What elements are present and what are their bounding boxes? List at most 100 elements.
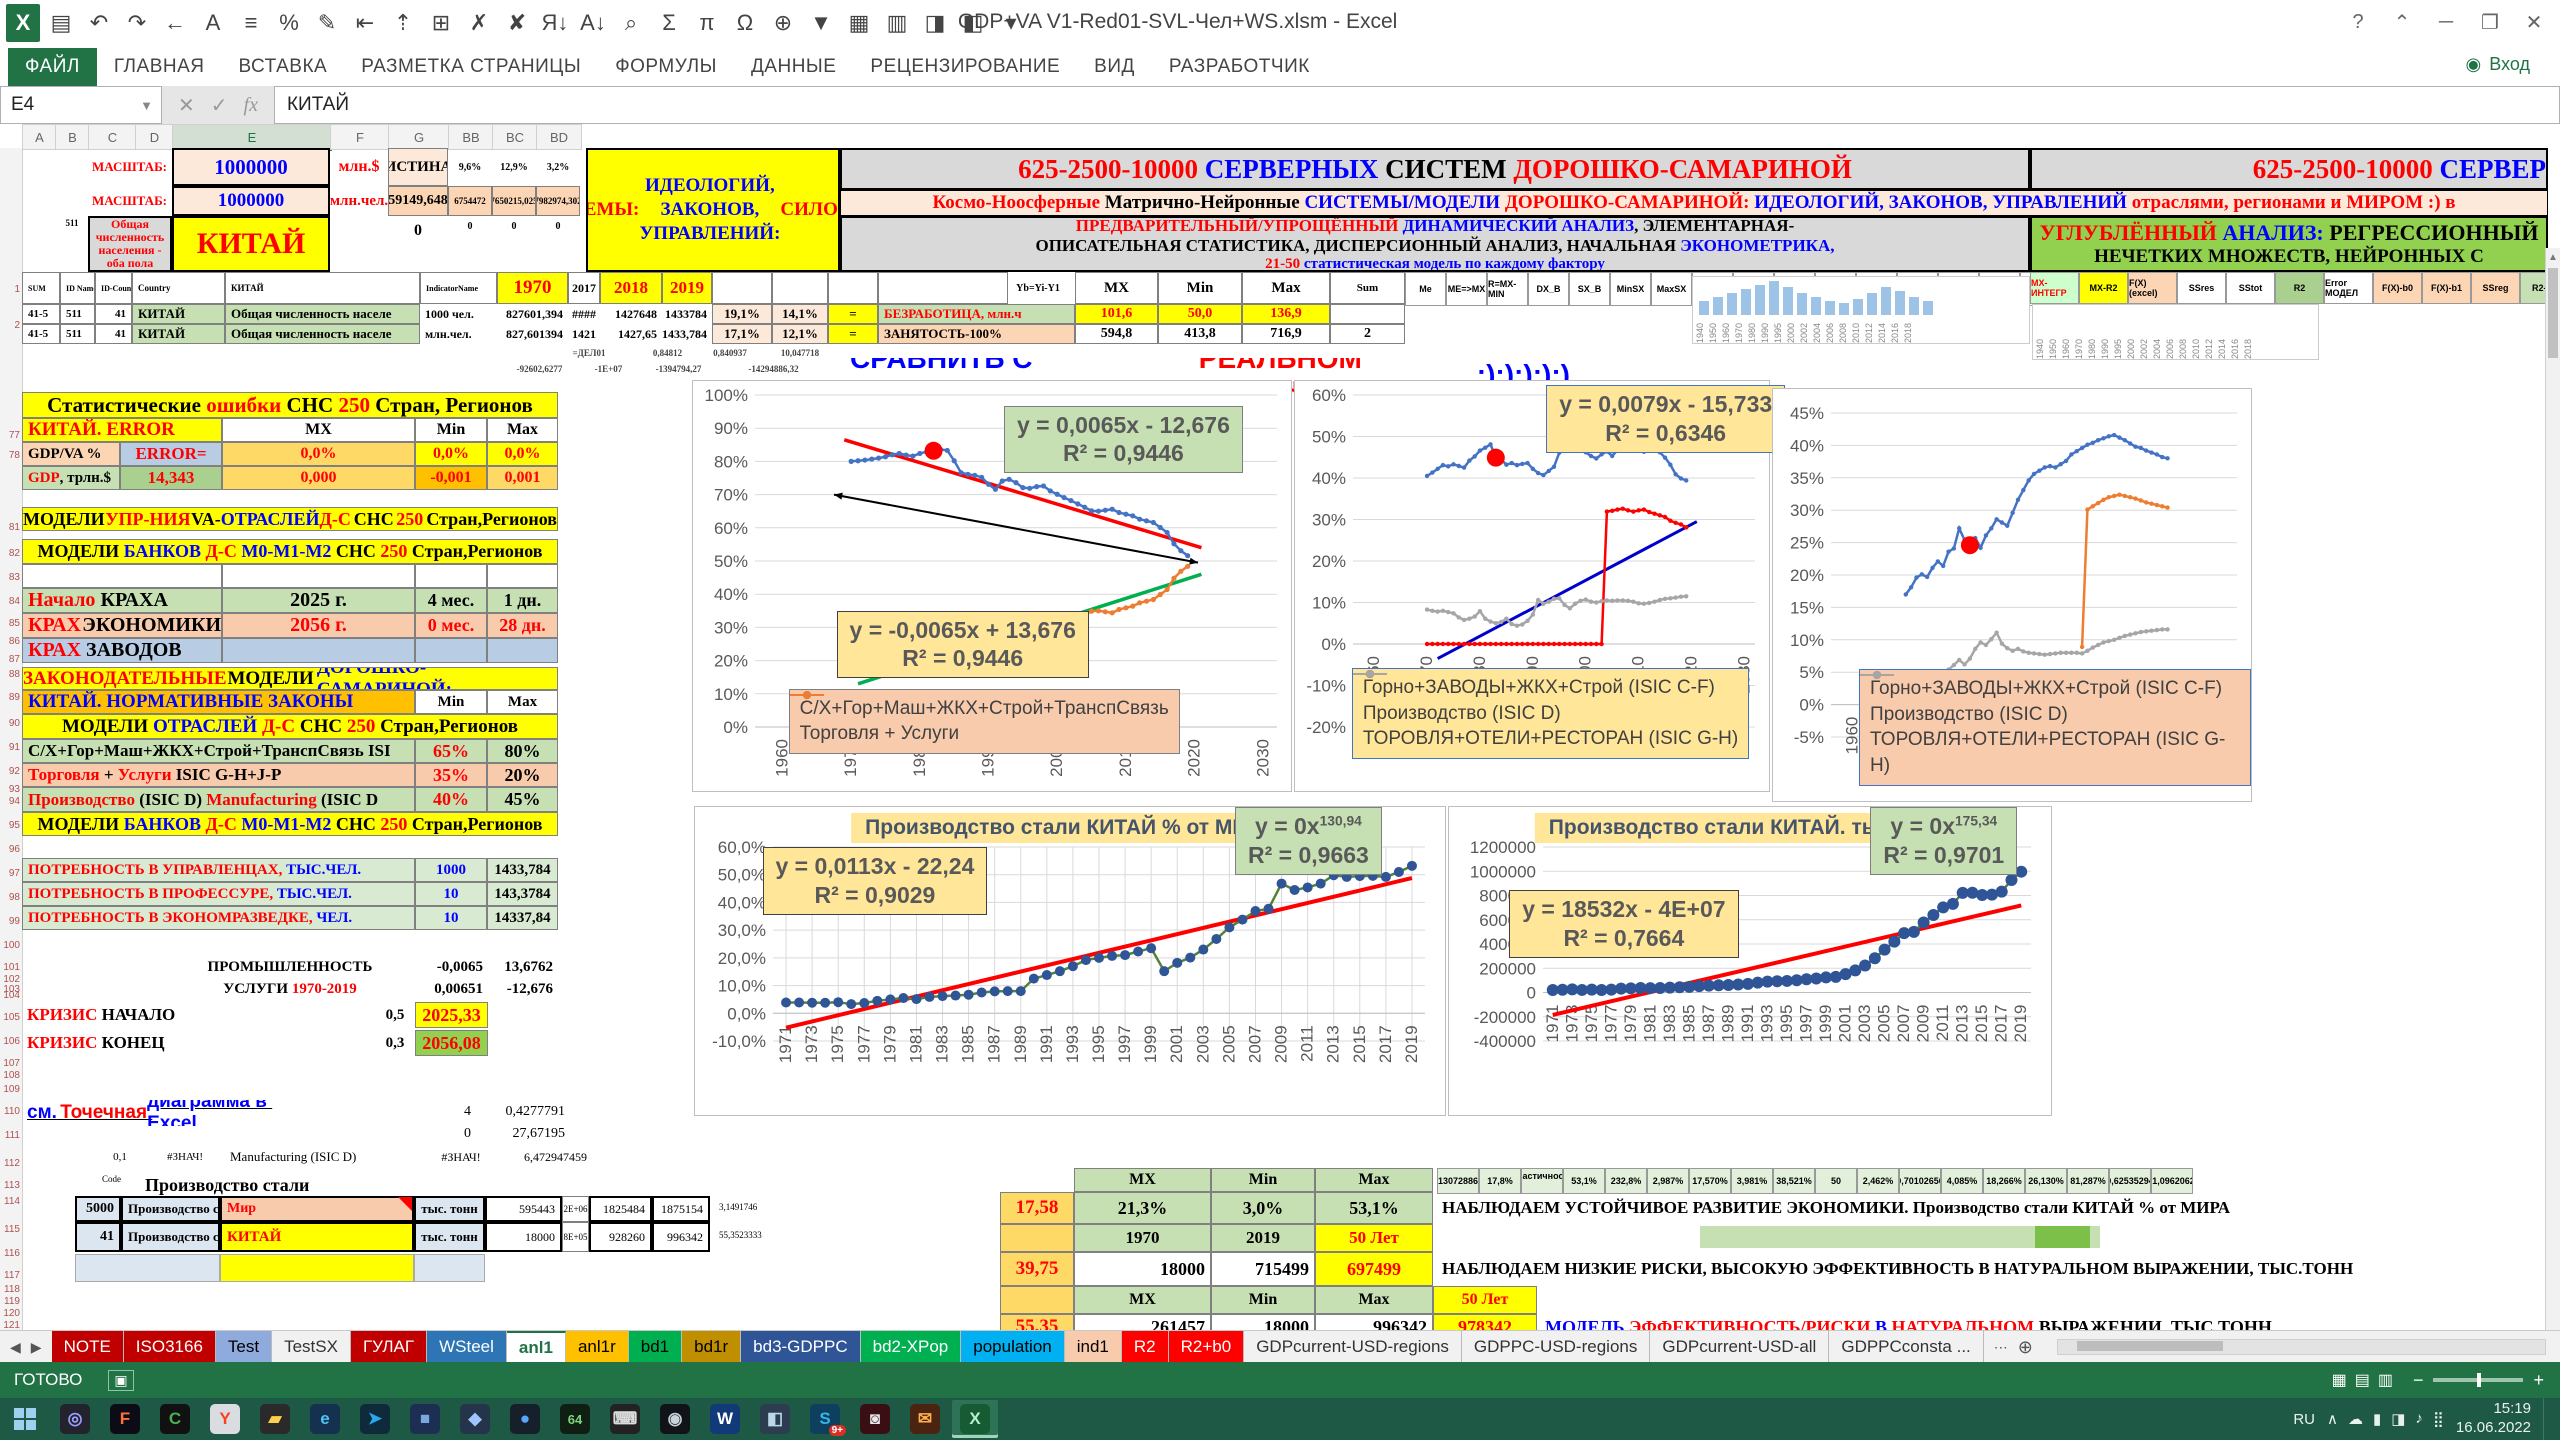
mail-icon[interactable]: ✉: [902, 1400, 948, 1438]
tab-scroll-right-icon[interactable]: ▶: [31, 1339, 42, 1356]
row-header-87[interactable]: 87: [0, 654, 20, 665]
pi-icon[interactable]: π: [690, 4, 724, 42]
formula-input[interactable]: КИТАЙ: [274, 86, 2560, 124]
word-icon[interactable]: W: [702, 1400, 748, 1438]
row-header-1[interactable]: 1: [0, 284, 20, 295]
row-header-85[interactable]: 85: [0, 618, 20, 629]
enter-icon[interactable]: ✓: [211, 93, 228, 118]
column-header-G[interactable]: G: [388, 124, 450, 150]
row-header-90[interactable]: 90: [0, 718, 20, 729]
row-header-111[interactable]: 111: [0, 1130, 20, 1141]
row-header-83[interactable]: 83: [0, 572, 20, 583]
explorer-icon[interactable]: ▰: [252, 1400, 298, 1438]
help-icon[interactable]: ?: [2336, 0, 2380, 44]
th-country[interactable]: Country: [132, 272, 225, 304]
row-header-114[interactable]: 114: [0, 1196, 20, 1207]
sheet-tab-ГУЛАГ[interactable]: ГУЛАГ: [351, 1331, 427, 1363]
row-header-82[interactable]: 82: [0, 548, 20, 559]
th-sum[interactable]: SUM: [22, 272, 60, 304]
sheet-tab-population[interactable]: population: [961, 1331, 1064, 1363]
tab-scroll-left-icon[interactable]: ◀: [10, 1339, 21, 1356]
display-icon[interactable]: ◨: [2391, 1410, 2405, 1428]
sort-za-icon[interactable]: А↓: [576, 4, 610, 42]
row-header-93[interactable]: 93: [0, 784, 20, 795]
yandex-browser-icon[interactable]: Y: [202, 1400, 248, 1438]
ninja-icon[interactable]: ◉: [652, 1400, 698, 1438]
column-header-BB[interactable]: BB: [448, 124, 494, 150]
chart-icon[interactable]: ▥: [880, 4, 914, 42]
row-header-92[interactable]: 92: [0, 766, 20, 777]
excel-icon[interactable]: X: [952, 1400, 998, 1438]
clock[interactable]: 15:19 16.06.2022: [2456, 1400, 2531, 1438]
excel-logo-icon[interactable]: X: [6, 4, 40, 42]
column-header-A[interactable]: A: [22, 124, 57, 150]
macro-record-icon[interactable]: ▣: [108, 1370, 133, 1391]
row-header-86[interactable]: 86: [0, 636, 20, 647]
horizontal-scrollbar[interactable]: [2057, 1331, 2560, 1363]
more-sheets-icon[interactable]: ⋯: [1994, 1339, 2008, 1356]
insert-cells-icon[interactable]: ⊞: [424, 4, 458, 42]
skype-icon[interactable]: S9+: [802, 1400, 848, 1438]
th-mx[interactable]: MX: [1075, 272, 1158, 304]
th-idcountry[interactable]: ID-Country: [95, 272, 132, 304]
row-header-119[interactable]: 119: [0, 1296, 20, 1307]
country-cell[interactable]: КИТАЙ: [172, 216, 330, 272]
ie-icon[interactable]: e: [302, 1400, 348, 1438]
column-header-BC[interactable]: BC: [492, 124, 538, 150]
normal-view-icon[interactable]: ▦: [2332, 1370, 2347, 1390]
row-header-109[interactable]: 109: [0, 1084, 20, 1095]
th-china[interactable]: КИТАЙ: [225, 272, 420, 304]
row-header-113[interactable]: 113: [0, 1180, 20, 1191]
ribbon-tab-файл[interactable]: ФАЙЛ: [8, 48, 97, 86]
scroll-up-icon[interactable]: ▲: [2546, 248, 2560, 266]
find-icon[interactable]: ⌕: [614, 4, 648, 42]
zoom-slider[interactable]: [2433, 1378, 2523, 1382]
row-header-81[interactable]: 81: [0, 522, 20, 533]
row-header-104[interactable]: 104: [0, 990, 20, 1001]
sheet-tab-R2[interactable]: R2: [1122, 1331, 1169, 1363]
row-header-88[interactable]: 88: [0, 669, 20, 680]
restore-icon[interactable]: ❐: [2468, 0, 2512, 44]
ribbon-tab-формулы[interactable]: ФОРМУЛЫ: [598, 48, 734, 86]
start-button[interactable]: [2, 1400, 48, 1438]
vertical-scrollbar[interactable]: ▲: [2545, 248, 2560, 1440]
shift-up-icon[interactable]: ⇡: [386, 4, 420, 42]
ribbon-display-icon[interactable]: ⌃: [2380, 0, 2424, 44]
column-header-D[interactable]: D: [135, 124, 174, 150]
add-sheet-icon[interactable]: ⊕: [2018, 1337, 2033, 1358]
app-dark-icon[interactable]: ◎: [52, 1400, 98, 1438]
row-header-95[interactable]: 95: [0, 820, 20, 831]
close-icon[interactable]: ✕: [2512, 0, 2556, 44]
firefox-icon[interactable]: F: [102, 1400, 148, 1438]
th-indicator[interactable]: IndicatorName: [420, 272, 497, 304]
sort-az-icon[interactable]: Я↓: [538, 4, 572, 42]
calc-icon[interactable]: ◨: [918, 4, 952, 42]
scroll-thumb[interactable]: [2548, 268, 2558, 358]
sheet-tab-ind1[interactable]: ind1: [1065, 1331, 1122, 1363]
scale-value-2[interactable]: 1000000: [172, 186, 330, 216]
row-header-97[interactable]: 97: [0, 868, 20, 879]
column-header-E[interactable]: E: [172, 124, 332, 151]
ribbon-tab-рецензирование[interactable]: РЕЦЕНЗИРОВАНИЕ: [853, 48, 1077, 86]
name-box[interactable]: E4▼: [0, 86, 162, 124]
th-2018[interactable]: 2018: [600, 272, 662, 304]
chrome-icon[interactable]: C: [152, 1400, 198, 1438]
sheet-tab-bd1r[interactable]: bd1r: [682, 1331, 741, 1363]
omega-icon[interactable]: Ω: [728, 4, 762, 42]
tray-expand-icon[interactable]: ∧: [2327, 1410, 2338, 1428]
show-desktop-button[interactable]: [2543, 1398, 2552, 1440]
th-2017[interactable]: 2017: [568, 272, 600, 304]
scale-value-1[interactable]: 1000000: [172, 148, 330, 186]
app-light-icon[interactable]: ◧: [752, 1400, 798, 1438]
ribbon-tab-данные[interactable]: ДАННЫЕ: [734, 48, 853, 86]
sheet-tab-R2+b0[interactable]: R2+b0: [1169, 1331, 1245, 1363]
sheet-tab-bd3-GDPPC[interactable]: bd3-GDPPC: [741, 1331, 860, 1363]
underline-icon[interactable]: A: [196, 4, 230, 42]
column-header-BD[interactable]: BD: [536, 124, 582, 150]
app-64-icon[interactable]: 64: [552, 1400, 598, 1438]
row-header-118[interactable]: 118: [0, 1284, 20, 1295]
filter-icon[interactable]: ▼: [804, 4, 838, 42]
ribbon-tab-главная[interactable]: ГЛАВНАЯ: [97, 48, 222, 86]
telegram-icon[interactable]: ➤: [352, 1400, 398, 1438]
row-header-77[interactable]: 77: [0, 430, 20, 441]
